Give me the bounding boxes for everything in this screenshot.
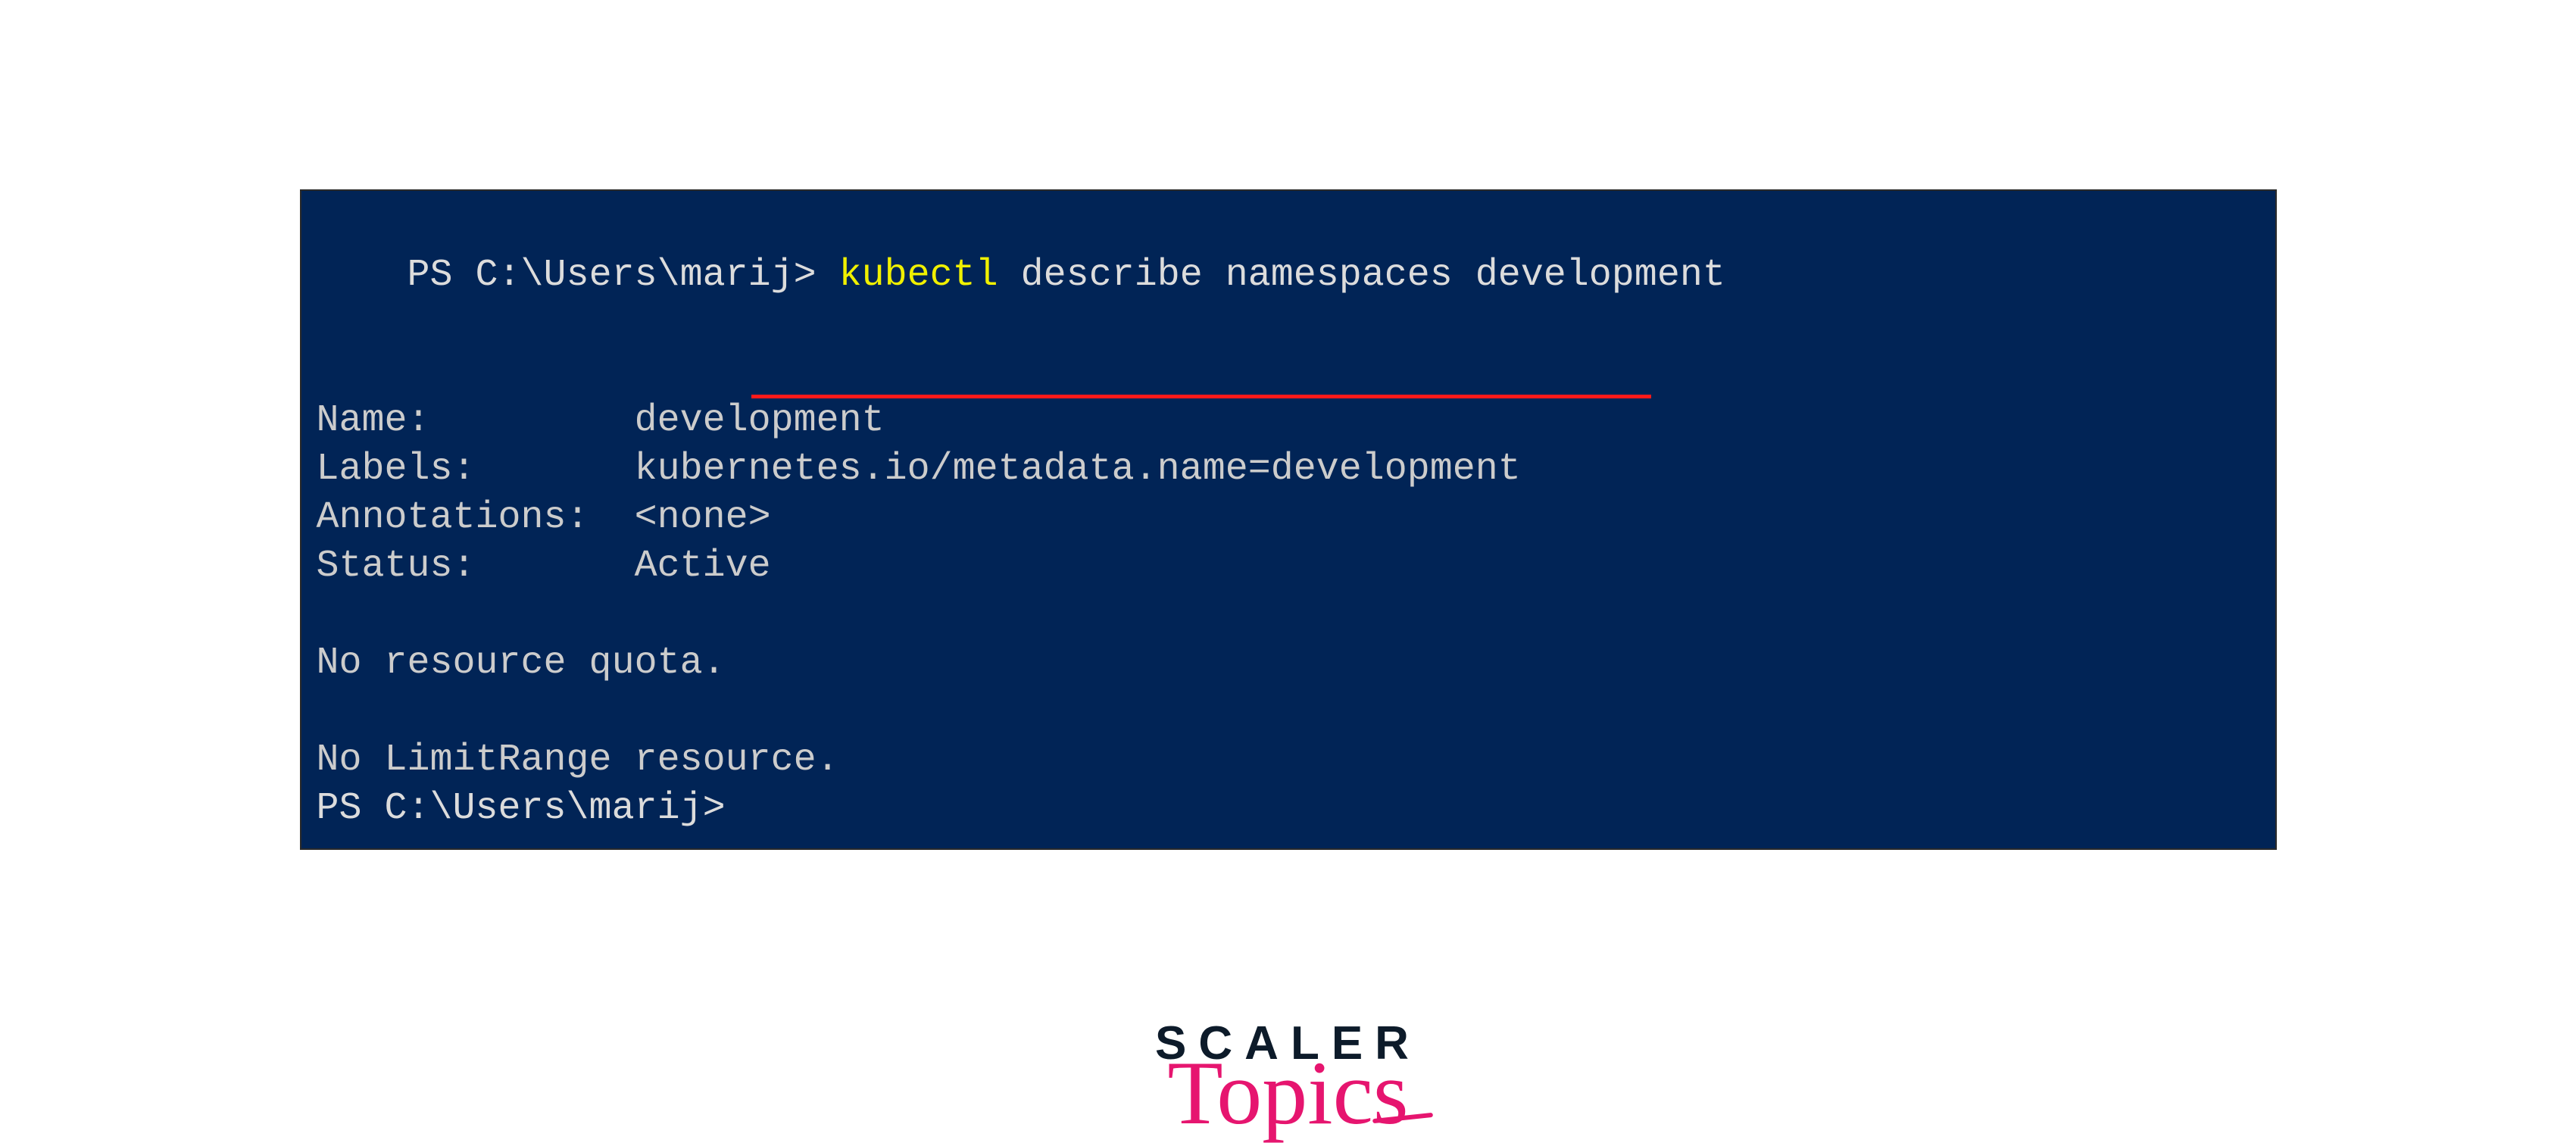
scaler-topics-logo: SCALER Topics — [1155, 1017, 1421, 1138]
blank-line-2 — [317, 688, 2260, 736]
cmd-args: describe namespaces development — [998, 254, 1725, 297]
ps-prompt-2: PS C:\Users\marij> — [317, 785, 2260, 833]
output-labels: Labels: kubernetes.io/metadata.name=deve… — [317, 445, 2260, 494]
output-status: Status: Active — [317, 542, 2260, 591]
blank-line-1 — [317, 591, 2260, 639]
highlight-underline — [751, 395, 1651, 398]
output-annotations: Annotations: <none> — [317, 494, 2260, 542]
ps-prompt-1: PS C:\Users\marij> — [407, 254, 839, 297]
cmd-kubectl: kubectl — [839, 254, 998, 297]
output-name: Name: development — [317, 397, 2260, 445]
output-no-quota: No resource quota. — [317, 639, 2260, 688]
logo-topics-text: Topics — [1167, 1048, 1408, 1138]
command-line-1: PS C:\Users\marij> kubectl describe name… — [317, 203, 2260, 397]
powershell-terminal[interactable]: PS C:\Users\marij> kubectl describe name… — [300, 189, 2277, 850]
output-no-limitrange: No LimitRange resource. — [317, 736, 2260, 785]
